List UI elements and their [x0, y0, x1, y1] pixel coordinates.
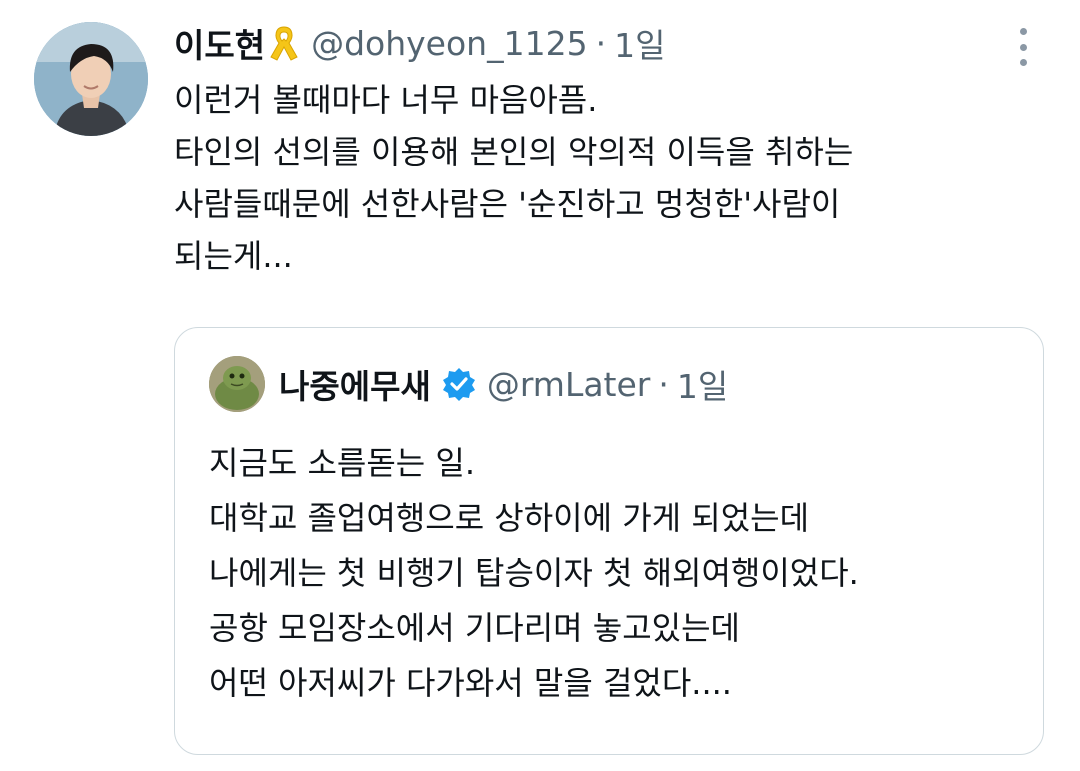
quoted-text-line: 어떤 아저씨가 다가와서 말을 걸었다.... [209, 664, 732, 702]
separator-dot: · [595, 23, 607, 63]
quoted-text-line: 대학교 졸업여행으로 상하이에 가게 되었는데 [209, 499, 810, 537]
author-handle[interactable]: @dohyeon_1125 [311, 24, 587, 63]
quoted-tweet-timestamp[interactable]: 1일 [677, 360, 728, 408]
separator-dot: · [658, 364, 669, 404]
quoted-tweet-card[interactable]: 나중에무새 @rmLater · 1일 지금도 소름돋는 일. 대학교 졸업여행… [174, 327, 1044, 755]
more-vertical-icon[interactable] [1008, 26, 1038, 68]
quoted-text-line: 공항 모임장소에서 기다리며 놓고있는데 [209, 609, 740, 647]
quoted-author-handle[interactable]: @rmLater [487, 365, 651, 404]
tweet-timestamp[interactable]: 1일 [614, 19, 665, 67]
tweet-text-line: 사람들때문에 선한사람은 '순진하고 멍청한'사람이 [174, 185, 841, 223]
quoted-author-avatar[interactable] [209, 356, 265, 412]
quoted-text-line: 지금도 소름돋는 일. [209, 444, 476, 482]
tweet-text-line: 타인의 선의를 이용해 본인의 악의적 이득을 취하는 [174, 133, 854, 171]
quoted-author-name[interactable]: 나중에무새 [279, 360, 431, 408]
author-name[interactable]: 이도현 [174, 19, 265, 67]
quoted-tweet-text: 지금도 소름돋는 일. 대학교 졸업여행으로 상하이에 가게 되었는데 나에게는… [209, 436, 1029, 711]
quoted-text-line: 나에게는 첫 비행기 탑승이자 첫 해외여행이었다. [209, 554, 859, 592]
verified-badge-icon [441, 366, 477, 402]
tweet-text-line: 이런거 볼때마다 너무 마음아픔. [174, 81, 598, 119]
tweet-header: 이도현 @dohyeon_1125 · 1일 [174, 18, 665, 68]
quoted-tweet-header: 나중에무새 @rmLater · 1일 [279, 360, 728, 408]
tweet-text: 이런거 볼때마다 너무 마음아픔. 타인의 선의를 이용해 본인의 악의적 이득… [174, 74, 1034, 282]
author-avatar[interactable] [34, 22, 148, 136]
yellow-ribbon-icon [267, 23, 301, 63]
tweet-text-line: 되는게... [174, 237, 293, 275]
